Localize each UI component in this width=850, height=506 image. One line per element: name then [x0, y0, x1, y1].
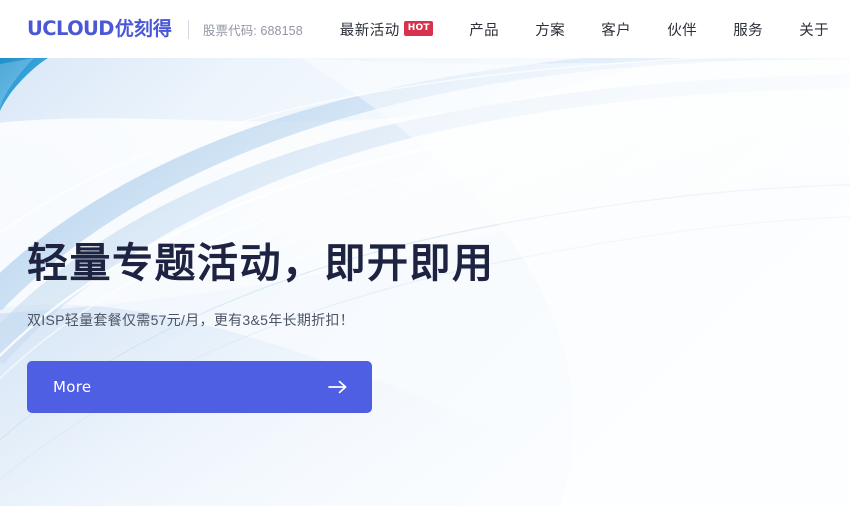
more-button[interactable]: More [27, 360, 372, 413]
nav-item-customers[interactable]: 客户 [601, 19, 631, 40]
brand-divider [187, 19, 189, 39]
nav-item-label: 产品 [469, 22, 500, 39]
nav-item-label: 关于 [799, 22, 830, 39]
ucloud-logo[interactable]: UCLOUD 优刻得 [27, 19, 172, 39]
nav-item-label: 服务 [733, 22, 764, 39]
hero-teal-accent-gloss [0, 58, 34, 108]
main-navigation: 最新活动 HOT 产品 方案 客户 伙伴 服务 关于 [340, 0, 829, 58]
nav-item-latest-activity[interactable]: 最新活动 HOT [339, 19, 434, 40]
hot-badge: HOT [403, 20, 434, 36]
stock-code-label: 股票代码: 688158 [202, 23, 303, 38]
nav-item-solutions[interactable]: 方案 [535, 19, 565, 40]
nav-item-label: 方案 [535, 22, 566, 39]
nav-item-label: 伙伴 [667, 22, 698, 39]
hero-teal-accent-wedge [0, 58, 48, 111]
more-button-label: More [53, 377, 92, 396]
arrow-right-icon [328, 377, 348, 397]
hero-headline: 轻量专题活动，即开即用 [27, 240, 495, 286]
nav-item-services[interactable]: 服务 [733, 19, 763, 40]
hero-subheadline: 双ISP轻量套餐仅需57元/月，更有3&5年长期折扣！ [27, 312, 355, 329]
page-root: UCLOUD 优刻得 股票代码: 688158 最新活动 HOT 产品 方案 客… [0, 0, 850, 506]
nav-item-label: 最新活动 [339, 22, 400, 39]
hero-content: 轻量专题活动，即开即用 双ISP轻量套餐仅需57元/月，更有3&5年长期折扣！ … [27, 240, 667, 413]
site-header: UCLOUD 优刻得 股票代码: 688158 最新活动 HOT 产品 方案 客… [0, 0, 850, 58]
logo-english-text: UCLOUD [27, 17, 114, 40]
brand-block[interactable]: UCLOUD 优刻得 股票代码: 688158 [27, 0, 303, 58]
logo-chinese-text: 优刻得 [114, 19, 172, 40]
nav-item-partners[interactable]: 伙伴 [667, 19, 697, 40]
nav-item-label: 客户 [601, 22, 632, 39]
nav-item-about[interactable]: 关于 [799, 19, 829, 40]
hero-banner: 轻量专题活动，即开即用 双ISP轻量套餐仅需57元/月，更有3&5年长期折扣！ … [0, 58, 850, 506]
hero-fine-curve-3 [0, 58, 721, 235]
nav-item-products[interactable]: 产品 [469, 19, 499, 40]
